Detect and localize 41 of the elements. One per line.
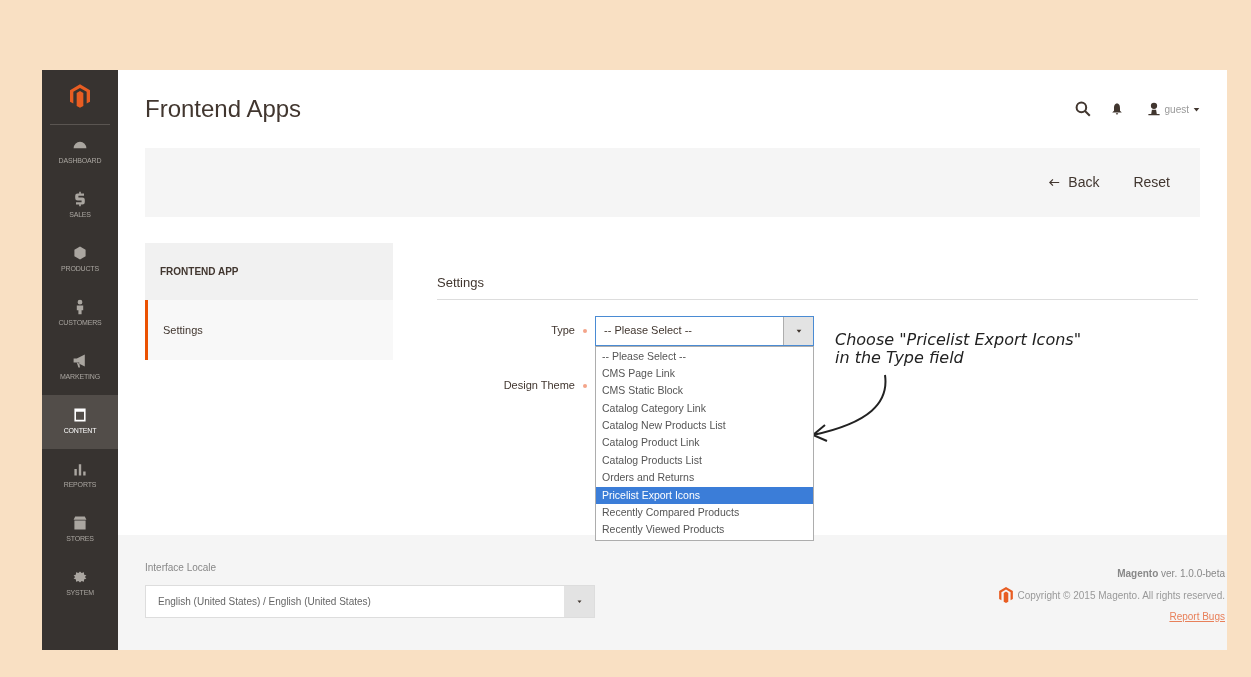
dropdown-option[interactable]: Catalog New Products List: [596, 417, 813, 435]
search-icon[interactable]: [1074, 101, 1091, 117]
field-label: Type: [551, 323, 575, 339]
box-icon: [72, 245, 88, 262]
dropdown-option[interactable]: Orders and Returns: [596, 469, 813, 487]
locale-select[interactable]: English (United States) / English (United States): [145, 585, 595, 618]
version-text: Magento ver. 1.0.0-beta: [1117, 567, 1225, 581]
caret-icon: [795, 327, 802, 334]
user-icon: [1146, 102, 1161, 116]
reset-button[interactable]: Reset: [1133, 172, 1170, 193]
dropdown-option[interactable]: Catalog Products List: [596, 451, 813, 470]
arrow-left-icon: [1049, 178, 1061, 187]
bell-icon[interactable]: [1110, 102, 1123, 116]
dropdown-option[interactable]: CMS Static Block: [596, 382, 813, 400]
caret-icon: [576, 599, 582, 604]
type-select[interactable]: -- Please Select --: [595, 315, 814, 346]
locale-label: Interface Locale: [145, 561, 218, 575]
field-label: Design Theme: [503, 378, 575, 394]
page-title: Frontend Apps: [145, 94, 303, 124]
dropdown-option[interactable]: Recently Viewed Products: [596, 521, 813, 539]
logo-icon: [70, 84, 90, 108]
dropdown-option[interactable]: CMS Page Link: [596, 364, 813, 383]
dropdown-option[interactable]: Catalog Product Link: [596, 434, 813, 452]
layout-icon: [72, 407, 88, 424]
dollar-icon: [72, 191, 88, 208]
tabs-title: FRONTEND APP: [145, 243, 393, 300]
megaphone-icon: [72, 353, 88, 370]
magento-logo-icon: [998, 587, 1013, 603]
back-button[interactable]: Back: [1049, 172, 1100, 193]
caret-icon: [1193, 105, 1200, 113]
tab-item[interactable]: Settings: [145, 300, 393, 360]
dropdown-option[interactable]: Pricelist Export Icons: [596, 486, 813, 504]
bar-chart-icon: [72, 461, 88, 478]
storefront-icon: [72, 515, 88, 532]
dropdown-option[interactable]: Recently Compared Products: [596, 504, 813, 522]
copyright-text: Copyright © 2015 Magento. All rights reserved.: [1017, 588, 1225, 603]
dropdown-option[interactable]: -- Please Select --: [596, 347, 813, 365]
dropdown-option[interactable]: Catalog Category Link: [596, 399, 813, 418]
annotation-text: in the Type field: [835, 349, 965, 367]
annotation-text: Choose "Pricelist Export Icons": [835, 331, 1081, 349]
section-title: Settings: [437, 273, 1198, 300]
